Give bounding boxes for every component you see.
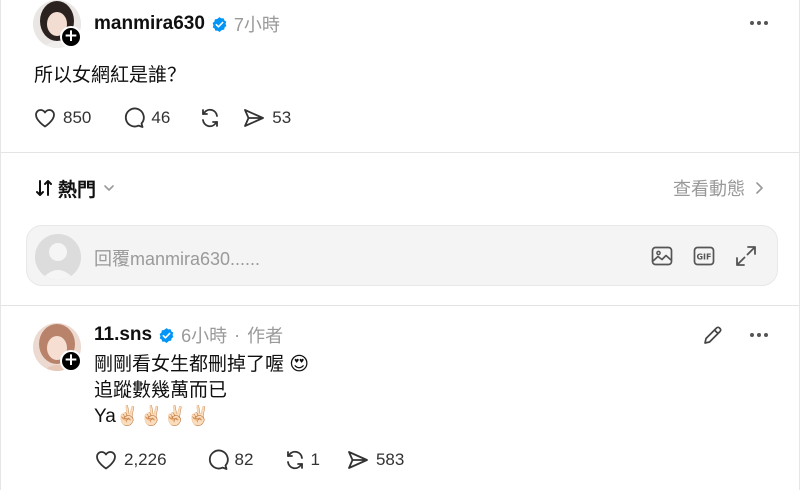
reply-input[interactable]: 回覆manmira630...... GIF: [26, 225, 778, 286]
like-count: 850: [63, 108, 92, 127]
heart-icon: [96, 451, 116, 470]
post-text: 所以女網紅是誰？: [34, 65, 187, 86]
view-activity-label: 查看動態: [673, 179, 745, 199]
image-button[interactable]: [649, 243, 675, 269]
edit-button[interactable]: [701, 323, 725, 347]
follow-plus-icon[interactable]: +: [60, 350, 82, 372]
comment-count: 46: [151, 108, 171, 127]
repost-button[interactable]: 1: [283, 448, 320, 472]
like-button[interactable]: 850: [33, 106, 91, 130]
reply-line-3: Ya✌🏻✌🏻✌🏻✌🏻: [94, 406, 211, 427]
share-count: 583: [375, 450, 405, 469]
image-icon: [651, 246, 673, 266]
send-arrow-icon: [244, 109, 265, 127]
send-arrow-icon: [348, 451, 368, 469]
reply-line-1: 剛剛看女生都刪掉了喔 😍: [94, 354, 310, 375]
reply-avatar: [35, 234, 81, 280]
view-activity-link[interactable]: 查看動態: [673, 176, 767, 200]
pencil-icon: [704, 326, 722, 344]
reply-actions: 2,226 82 1 583: [94, 448, 404, 472]
repost-arrows-icon: [202, 108, 219, 128]
reply-line-2: 追蹤數幾萬而已: [94, 380, 228, 401]
reply-tools: GIF: [649, 243, 759, 269]
expand-icon: [736, 246, 756, 266]
gif-icon: GIF: [693, 246, 715, 266]
share-button[interactable]: 583: [346, 448, 404, 472]
reply-header: 11.sns 6小時 · 作者: [94, 323, 283, 347]
section-divider: [1, 305, 800, 306]
chevron-right-icon: [756, 182, 763, 194]
repost-arrows-icon: [287, 450, 304, 470]
svg-text:GIF: GIF: [696, 253, 711, 262]
verified-badge-icon: [159, 327, 174, 343]
follow-plus-icon[interactable]: +: [60, 26, 82, 48]
like-count: 2,226: [124, 450, 167, 469]
author-tag: 作者: [247, 326, 284, 346]
post-actions: 850 46 53: [33, 106, 291, 130]
main-post: + manmira630 7小時 所以女網紅是誰？ 850 46 53: [1, 0, 800, 153]
like-button[interactable]: 2,226: [94, 448, 167, 472]
gif-button[interactable]: GIF: [691, 243, 717, 269]
post-header: manmira630 7小時: [94, 12, 280, 36]
share-button[interactable]: 53: [242, 106, 291, 130]
comment-button[interactable]: 46: [121, 106, 170, 130]
reply-username[interactable]: 11.sns: [94, 324, 152, 346]
repost-button[interactable]: [198, 106, 222, 130]
sort-arrows-icon: [36, 180, 52, 196]
comment-bubble-icon: [208, 449, 229, 470]
sort-dropdown[interactable]: 熱門: [34, 176, 116, 201]
verified-badge-icon: [212, 16, 227, 32]
reply-placeholder: 回覆manmira630......: [94, 249, 261, 269]
more-dots-icon[interactable]: [744, 325, 774, 345]
post-timestamp: 7小時: [233, 15, 280, 35]
reply-timestamp: 6小時: [181, 326, 228, 346]
sort-label: 熱門: [58, 179, 97, 201]
repost-count: 1: [310, 450, 320, 469]
comment-bubble-icon: [125, 107, 146, 128]
share-count: 53: [272, 108, 292, 127]
thread-page: + manmira630 7小時 所以女網紅是誰？ 850 46 53 熱門 查…: [0, 0, 800, 490]
post-username[interactable]: manmira630: [94, 13, 205, 35]
comment-count: 82: [234, 450, 254, 469]
expand-button[interactable]: [733, 243, 759, 269]
dot-separator: ·: [234, 324, 241, 345]
comment-button[interactable]: 82: [205, 448, 254, 472]
heart-icon: [35, 109, 55, 128]
chevron-down-icon: [104, 185, 114, 191]
more-dots-icon[interactable]: [744, 13, 774, 33]
